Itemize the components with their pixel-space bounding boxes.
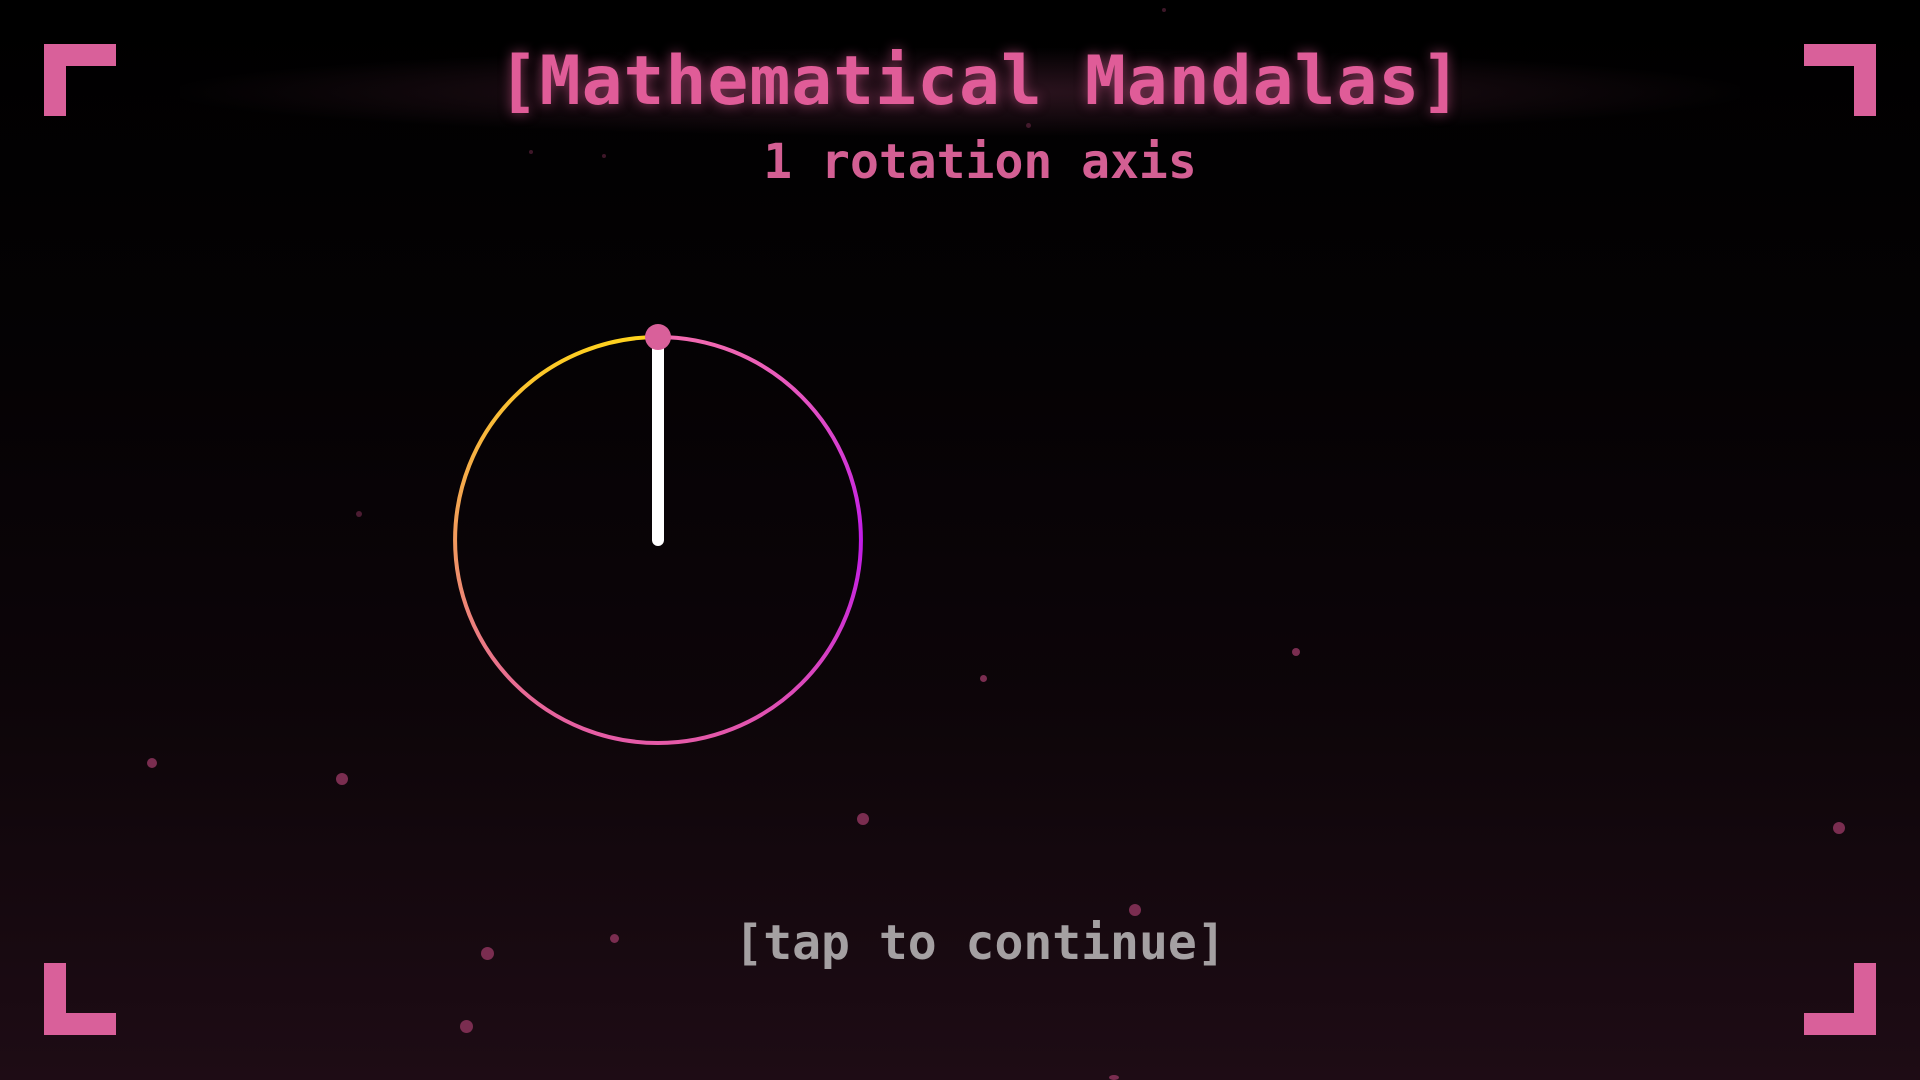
- mandala-figure[interactable]: [440, 316, 880, 756]
- particle: [460, 1020, 473, 1033]
- particle: [529, 150, 533, 154]
- particle: [1292, 648, 1300, 656]
- particle: [336, 773, 348, 785]
- level-subtitle: 1 rotation axis: [763, 134, 1197, 190]
- particle: [1162, 8, 1166, 12]
- mandala-ring-right-arc: [657, 335, 863, 745]
- particle: [980, 675, 987, 682]
- particle: [356, 511, 362, 517]
- particle: [1109, 1075, 1119, 1080]
- frame-corner-top-left: [44, 44, 116, 116]
- mandala-ring-left-arc: [453, 335, 659, 745]
- particle: [602, 154, 606, 158]
- particle: [1833, 822, 1845, 834]
- particle: [857, 813, 869, 825]
- particle: [1026, 123, 1031, 128]
- rotation-handle[interactable]: [645, 324, 671, 350]
- particle: [147, 758, 157, 768]
- frame-corner-bottom-left: [44, 963, 116, 1035]
- frame-corner-bottom-right: [1804, 963, 1876, 1035]
- game-title: [Mathematical Mandalas]: [497, 42, 1463, 121]
- frame-corner-top-right: [1804, 44, 1876, 116]
- tap-to-continue-prompt[interactable]: [tap to continue]: [0, 915, 1920, 971]
- game-screen[interactable]: [Mathematical Mandalas] 1 rotation axis: [0, 0, 1920, 1080]
